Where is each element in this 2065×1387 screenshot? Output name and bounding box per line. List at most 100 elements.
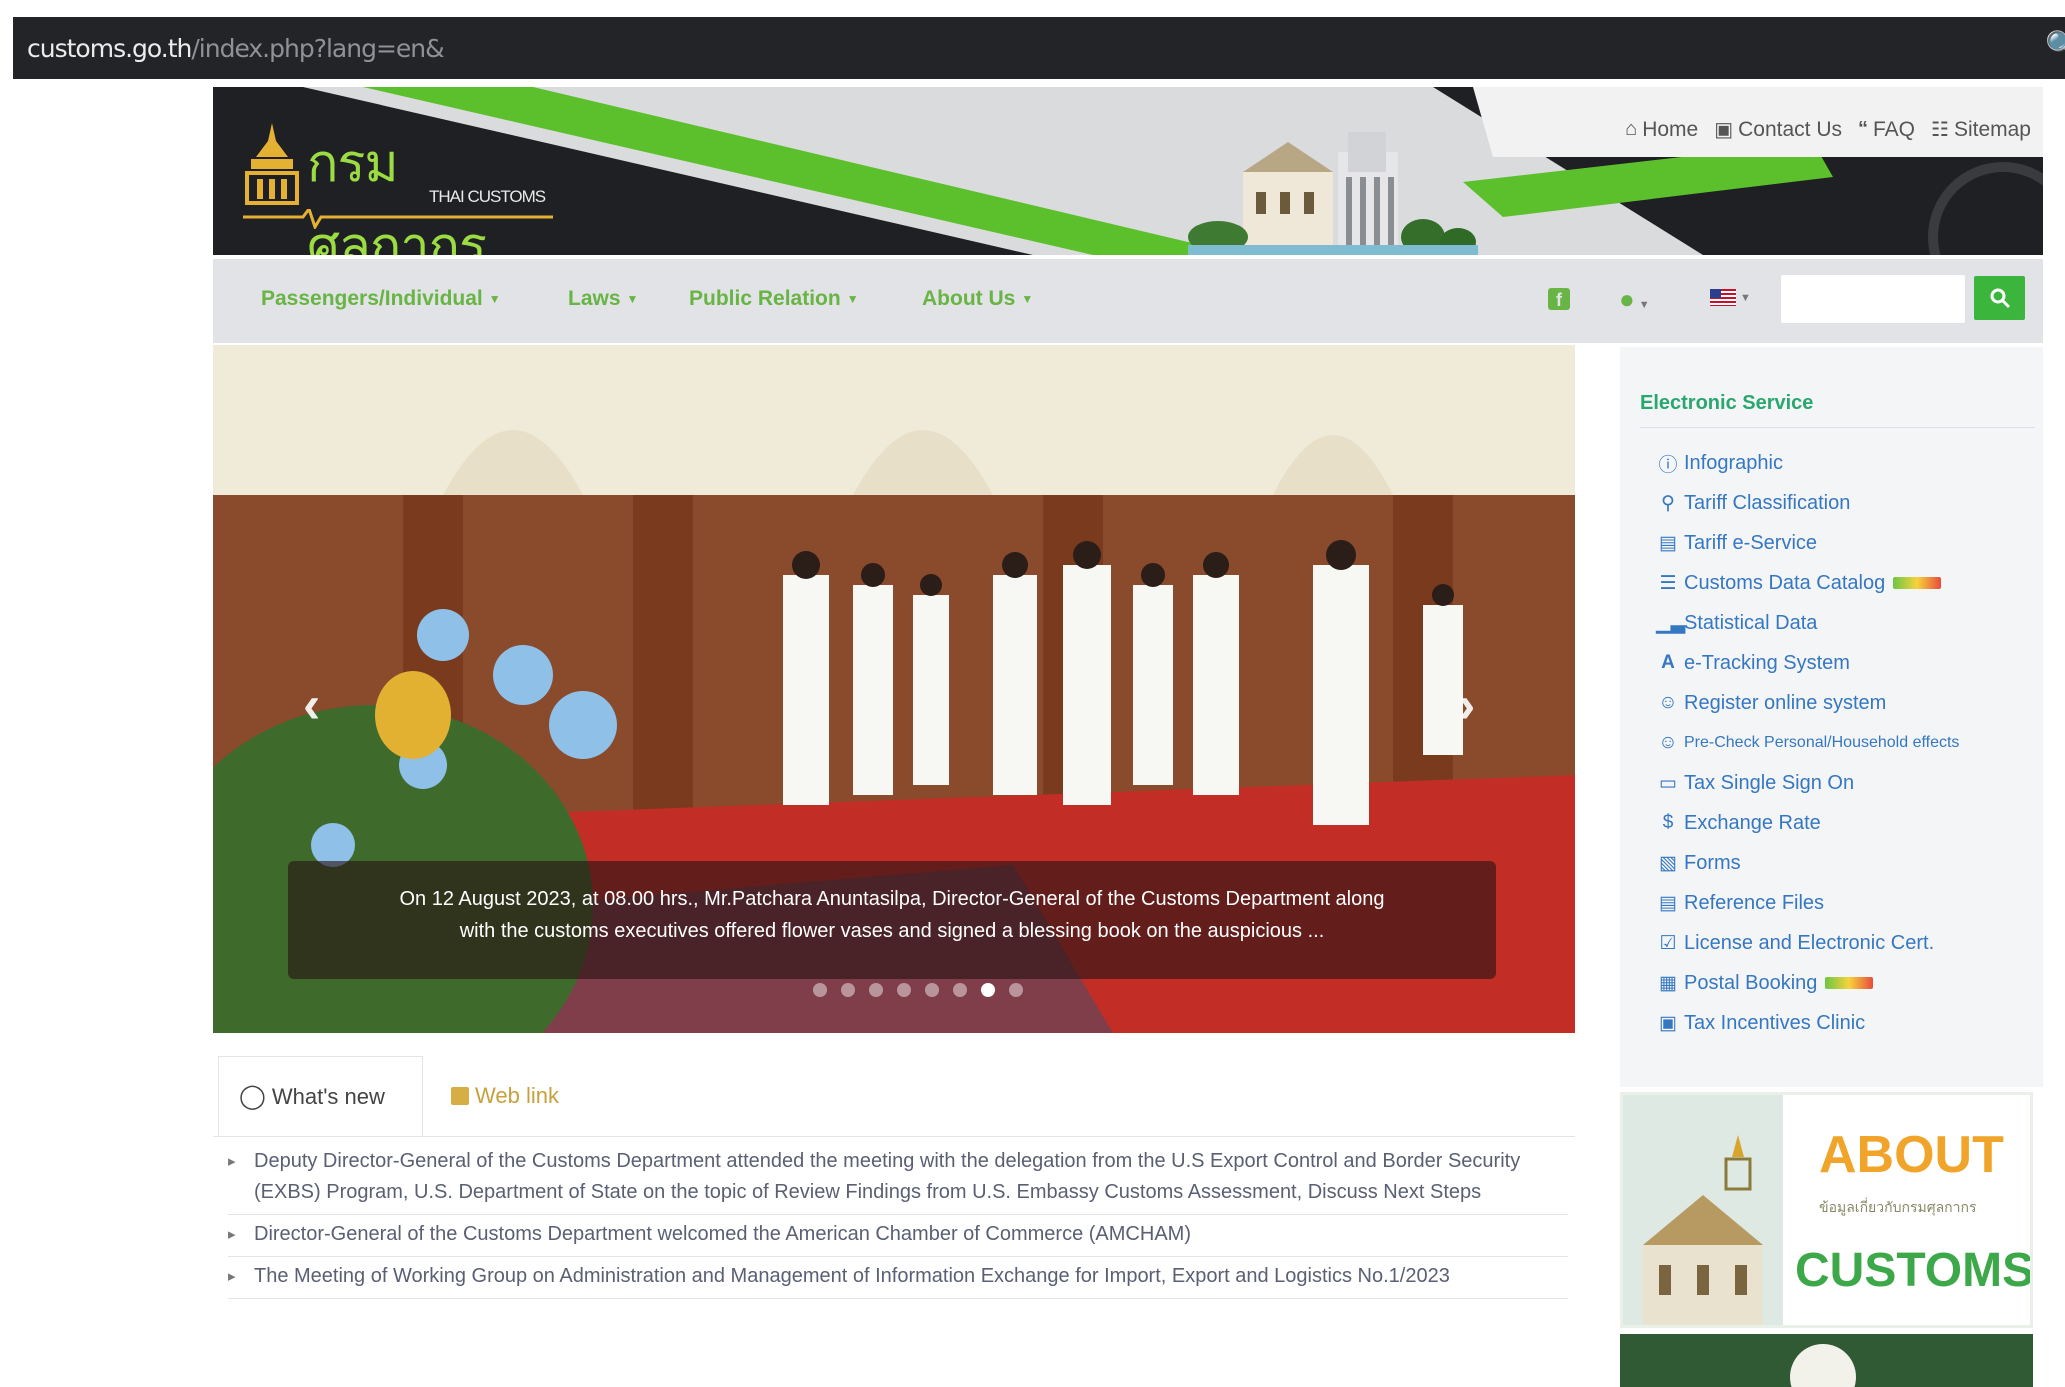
eservice-label: Customs Data Catalog <box>1684 571 1886 594</box>
tab-label: Web link <box>475 1083 559 1108</box>
user-check-icon: ☺ <box>1658 732 1678 753</box>
carousel-dot[interactable] <box>841 983 855 997</box>
eservice-label: Reference Files <box>1684 891 1825 914</box>
eservice-item-pre-check[interactable]: ☺ Pre-Check Personal/Household effects <box>1656 723 1959 763</box>
carousel-dot[interactable] <box>897 983 911 997</box>
facebook-icon[interactable]: f <box>1548 288 1570 310</box>
monitor-icon: ▭ <box>1659 772 1677 794</box>
about-banner-illustration <box>1623 1095 1783 1325</box>
tab-web-link[interactable]: Web link <box>451 1056 559 1136</box>
calendar-icon: ▦ <box>1659 972 1677 994</box>
carousel-dot[interactable] <box>953 983 967 997</box>
news-carousel[interactable]: ‹ › On 12 August 2023, at 08.00 hrs., Mr… <box>213 345 1575 1033</box>
carousel-dot[interactable] <box>813 983 827 997</box>
eservice-item-reference-files[interactable]: ▤ Reference Files <box>1656 883 1959 923</box>
search-icon: ⚲ <box>1661 492 1675 514</box>
nav-about-us[interactable]: About Us ▼ <box>922 287 1033 311</box>
top-link-faq[interactable]: “FAQ <box>1858 117 1915 142</box>
carousel-dot[interactable] <box>869 983 883 997</box>
eservice-label: Tariff e-Service <box>1684 531 1818 554</box>
top-link-contact[interactable]: ▣ Contact Us <box>1714 117 1842 142</box>
about-subtitle: ข้อมูลเกี่ยวกับกรมศุลกากร <box>1819 1199 1977 1215</box>
caret-down-icon: ▼ <box>1021 292 1034 307</box>
electronic-service-panel: Electronic Service ⓘ Infographic ⚲ Tariff … <box>1620 347 2043 1087</box>
nav-label: Laws <box>568 287 621 310</box>
caret-down-icon: ▼ <box>488 292 501 307</box>
user-icon: ☺ <box>1658 692 1678 713</box>
eservice-item-e-tracking[interactable]: Ae-Tracking System <box>1656 643 1959 683</box>
carousel-dot[interactable] <box>925 983 939 997</box>
us-flag-icon <box>1710 289 1736 306</box>
nav-laws[interactable]: Laws ▼ <box>568 287 638 311</box>
carousel-dot-active[interactable] <box>981 983 995 997</box>
eservice-item-statistical-data[interactable]: ▁▃ Statistical Data <box>1656 603 1959 643</box>
news-item[interactable]: The Meeting of Working Group on Administ… <box>228 1257 1568 1299</box>
eservice-item-tariff-classification[interactable]: ⚲ Tariff Classification <box>1656 483 1959 523</box>
eservice-item-tax-sso[interactable]: ▭ Tax Single Sign On <box>1656 763 1959 803</box>
zoom-icon[interactable]: 🔍 <box>2045 29 2065 62</box>
language-selector[interactable]: ▼ <box>1710 289 1751 306</box>
eservice-item-license-cert[interactable]: ☑ License and Electronic Cert. <box>1656 923 1959 963</box>
divider <box>213 1136 1575 1137</box>
caret-down-icon: ▼ <box>626 292 639 307</box>
eservice-label: Tax Incentives Clinic <box>1684 1011 1866 1034</box>
sitemap-icon: ☷ <box>1931 119 1949 141</box>
contact-icon: ▣ <box>1714 119 1734 141</box>
eservice-item-tariff-eservice[interactable]: ▤ Tariff e-Service <box>1656 523 1959 563</box>
eservice-list: ⓘ Infographic ⚲ Tariff Classification ▤ Tar… <box>1656 443 1959 1043</box>
nav-public-relation[interactable]: Public Relation ▼ <box>689 287 859 311</box>
eservice-item-data-catalog[interactable]: ☰ Customs Data Catalog <box>1656 563 1959 603</box>
building-illustration <box>1188 132 1478 255</box>
main-navbar: Passengers/Individual ▼ Laws ▼ Public Rela… <box>213 259 2043 343</box>
eservice-label: Exchange Rate <box>1684 811 1821 834</box>
about-customs-banner[interactable]: ABOUT ข้อมูลเกี่ยวกับกรมศุลกากร CUSTOMS <box>1620 1092 2033 1328</box>
caption-line-2: with the customs executives offered flow… <box>459 920 1325 942</box>
search-input[interactable] <box>1781 275 1965 323</box>
eservice-item-tax-incentives[interactable]: ▣ Tax Incentives Clinic <box>1656 1003 1959 1043</box>
eservice-item-exchange-rate[interactable]: $ Exchange Rate <box>1656 803 1959 843</box>
eservice-label: License and Electronic Cert. <box>1684 931 1935 954</box>
news-item[interactable]: Director-General of the Customs Departme… <box>228 1215 1568 1257</box>
dollar-icon: $ <box>1662 812 1674 833</box>
carousel-dot[interactable] <box>1009 983 1023 997</box>
top-link-label: Contact Us <box>1738 117 1842 141</box>
nav-passengers[interactable]: Passengers/Individual ▼ <box>261 287 501 311</box>
globe-icon[interactable]: ● ▼ <box>1619 284 1650 315</box>
new-badge <box>1893 577 1942 589</box>
top-link-label: Sitemap <box>1953 117 2031 141</box>
browser-address-bar[interactable]: customs.go.th/index.php?lang=en& 🔍 <box>13 17 2065 79</box>
top-link-sitemap[interactable]: ☷ Sitemap <box>1931 117 2031 142</box>
carousel-next-arrow[interactable]: › <box>1458 675 1475 735</box>
briefcase-icon: ▣ <box>1659 1012 1677 1034</box>
search-button[interactable] <box>1974 276 2025 320</box>
eservice-label: Statistical Data <box>1684 611 1818 634</box>
eservice-label: Register online system <box>1684 691 1887 714</box>
eservice-item-infographic[interactable]: ⓘ Infographic <box>1656 443 1959 483</box>
tab-whats-new[interactable]: ◯ What's new <box>218 1056 423 1136</box>
news-list: Deputy Director-General of the Customs D… <box>228 1142 1568 1299</box>
refresh-icon: ◯ <box>239 1083 266 1110</box>
window-icon: ▤ <box>1659 532 1677 554</box>
search-icon <box>1990 288 2010 309</box>
carousel-prev-arrow[interactable]: ‹ <box>303 675 320 735</box>
eservice-label: Infographic <box>1684 451 1783 474</box>
home-icon: ⌂ <box>1625 118 1638 140</box>
forms-icon: ▧ <box>1659 852 1677 874</box>
customs-logo[interactable]: กรมศุลกากร THAI CUSTOMS <box>243 117 553 255</box>
news-item[interactable]: Deputy Director-General of the Customs D… <box>228 1142 1568 1215</box>
secondary-banner[interactable] <box>1620 1334 2033 1387</box>
logo-english-text: THAI CUSTOMS <box>429 187 546 206</box>
eservice-label: Pre-Check Personal/Household effects <box>1684 734 1960 751</box>
eservice-label: e-Tracking System <box>1684 651 1850 674</box>
site-header: กรมศุลกากร THAI CUSTOMS ⌂ Home ▣ Contact U… <box>213 87 2043 255</box>
top-link-home[interactable]: ⌂ Home <box>1625 117 1698 142</box>
bar-chart-icon: ▁▃ <box>1656 612 1686 634</box>
panel-title: Electronic Service <box>1640 392 1814 414</box>
nav-label: About Us <box>922 287 1016 310</box>
edit-icon <box>451 1087 469 1105</box>
about-brand: CUSTOMS <box>1795 1244 2033 1297</box>
eservice-item-register-online[interactable]: ☺ Register online system <box>1656 683 1959 723</box>
eservice-item-postal-booking[interactable]: ▦ Postal Booking <box>1656 963 1959 1003</box>
eservice-item-forms[interactable]: ▧ Forms <box>1656 843 1959 883</box>
caret-down-icon: ▼ <box>846 292 859 307</box>
